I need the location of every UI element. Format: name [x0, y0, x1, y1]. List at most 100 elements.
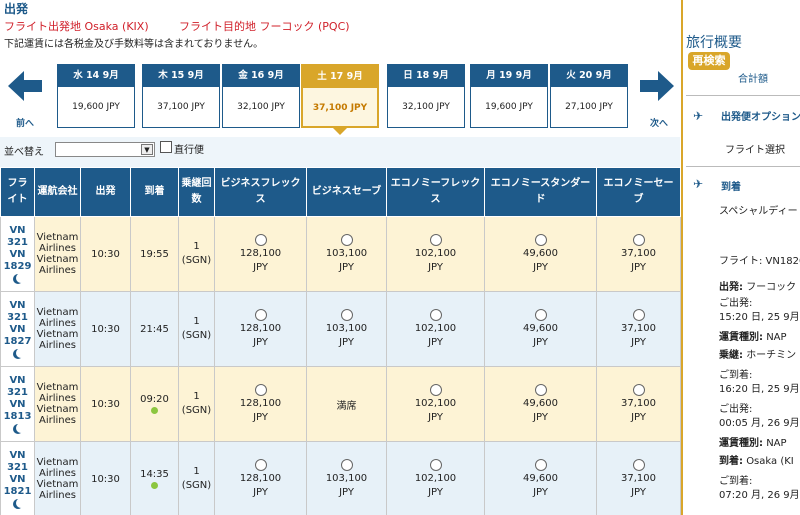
prev-week-label[interactable]: 前へ	[16, 116, 34, 129]
col-header-economy-standard: エコノミースタンダード	[484, 167, 597, 217]
flight-code: VN	[9, 324, 26, 335]
airline-cell: Vietnam Airlines Vietnam Airlines	[34, 216, 81, 292]
stops-via: (SGN)	[181, 255, 212, 266]
flight-code: 1813	[3, 411, 32, 422]
fare-cell[interactable]: 49,600 JPY	[484, 366, 597, 442]
fare-radio[interactable]	[632, 233, 645, 246]
fare-cell[interactable]: 49,600 JPY	[484, 216, 597, 292]
fare-note: 下記運賃には各税金及び手数料等は含まれておりません。	[4, 39, 264, 50]
flight-code: VN	[9, 375, 26, 386]
date-card-day: 土 17 9月	[303, 66, 377, 88]
airplane-depart-icon: ✈	[693, 109, 704, 123]
fare-amount: 49,600	[523, 322, 558, 334]
date-card[interactable]: 木 15 9月 37,100 JPY	[142, 64, 220, 128]
fare-radio[interactable]	[429, 458, 442, 471]
fare-cell[interactable]: 37,100 JPY	[596, 366, 681, 442]
date-card[interactable]: 水 14 9月 19,600 JPY	[57, 64, 135, 128]
fare-cell[interactable]: 37,100 JPY	[596, 441, 681, 515]
fare-radio[interactable]	[632, 458, 645, 471]
date-card[interactable]: 日 18 9月 32,100 JPY	[387, 64, 465, 128]
next-day-indicator-icon	[151, 407, 158, 414]
airline-name: Vietnam	[36, 307, 79, 318]
fare-cell[interactable]: 102,100 JPY	[386, 366, 485, 442]
stops-via: (SGN)	[181, 480, 212, 491]
date-card[interactable]: 月 19 9月 19,600 JPY	[470, 64, 548, 128]
arrival-heading: 到着	[721, 182, 741, 193]
airline-cell: Vietnam Airlines Vietnam Airlines	[34, 366, 81, 442]
direct-flight-checkbox[interactable]	[160, 141, 172, 153]
arrival-time: 09:20	[140, 394, 169, 405]
airline-name: Vietnam	[36, 404, 79, 415]
fare-radio[interactable]	[340, 308, 353, 321]
fare-radio[interactable]	[254, 458, 267, 471]
fare-currency: JPY	[533, 261, 548, 273]
fare-radio[interactable]	[429, 383, 442, 396]
col-header-departure: 出発	[80, 167, 131, 217]
date-card[interactable]: 金 16 9月 32,100 JPY	[222, 64, 300, 128]
col-header-arrival: 到着	[130, 167, 179, 217]
fare-cell[interactable]: 103,100 JPY	[306, 216, 387, 292]
fare-amount: 49,600	[523, 397, 558, 409]
fare-radio[interactable]	[632, 383, 645, 396]
flight-number-cell: VN 321 VN 1821	[0, 441, 35, 515]
sort-select[interactable]: ▼	[55, 142, 155, 157]
stops-cell: 1 (SGN)	[178, 291, 215, 367]
fare-radio[interactable]	[429, 233, 442, 246]
flight-code: 321	[7, 462, 28, 473]
fare-radio[interactable]	[534, 383, 547, 396]
fare-cell[interactable]: 128,100 JPY	[214, 441, 307, 515]
fare-type-info: 運賃種別: NAP	[719, 434, 787, 449]
fare-cell[interactable]: 37,100 JPY	[596, 291, 681, 367]
fare-cell[interactable]: 102,100 JPY	[386, 291, 485, 367]
dep-time-label: ご出発:	[719, 298, 753, 309]
fare-cell[interactable]: 102,100 JPY	[386, 216, 485, 292]
transit-info: 乗継: ホーチミン	[719, 346, 796, 361]
fare-radio[interactable]	[429, 308, 442, 321]
arrival-time: 19:55	[130, 216, 179, 292]
fare-radio[interactable]	[340, 458, 353, 471]
fare-cell[interactable]: 103,100 JPY	[306, 441, 387, 515]
fare-currency: JPY	[533, 486, 548, 498]
fare-radio[interactable]	[254, 383, 267, 396]
departure-info-place: フーコック	[746, 282, 797, 293]
origin-label: フライト出発地 Osaka (KIX)	[4, 20, 149, 33]
date-card-selected[interactable]: 土 17 9月 37,100 JPY	[301, 64, 379, 128]
arrow-left-icon	[8, 71, 42, 101]
fare-radio[interactable]	[632, 308, 645, 321]
next-week-button[interactable]	[638, 68, 682, 108]
airline-name: Airlines	[39, 340, 76, 351]
flight-number-info: フライト: VN1820	[719, 256, 800, 267]
fare-cell[interactable]: 128,100 JPY	[214, 216, 307, 292]
fare-amount: 102,100	[414, 247, 457, 259]
fare-radio[interactable]	[340, 233, 353, 246]
fare-radio[interactable]	[254, 233, 267, 246]
fare-cell[interactable]: 128,100 JPY	[214, 291, 307, 367]
flight-code: 1827	[3, 336, 32, 347]
flight-table: フライト 運航会社 出発 到着 乗継回数 ビジネスフレックス ビジネスセーブ エ…	[0, 167, 681, 515]
fare-cell[interactable]: 37,100 JPY	[596, 216, 681, 292]
fare-radio[interactable]	[254, 308, 267, 321]
date-card[interactable]: 火 20 9月 27,100 JPY	[550, 64, 628, 128]
fare-cell[interactable]: 128,100 JPY	[214, 366, 307, 442]
fare-cell[interactable]: 49,600 JPY	[484, 441, 597, 515]
fare-sold-out: 満席	[306, 366, 387, 442]
fare-cell[interactable]: 49,600 JPY	[484, 291, 597, 367]
prev-week-button[interactable]	[6, 68, 50, 108]
fare-currency: JPY	[428, 411, 443, 423]
airline-name: Airlines	[39, 468, 76, 479]
fare-currency: JPY	[533, 411, 548, 423]
date-card-day: 木 15 9月	[143, 65, 219, 87]
fare-radio[interactable]	[534, 308, 547, 321]
fare-cell[interactable]: 103,100 JPY	[306, 291, 387, 367]
arr-time-value: 07:20 月, 26 9月	[719, 490, 800, 501]
next-week-label[interactable]: 次へ	[650, 116, 668, 129]
col-header-economy-flex: エコノミーフレックス	[386, 167, 485, 217]
research-button[interactable]: 再検索	[688, 52, 730, 70]
fare-radio[interactable]	[534, 233, 547, 246]
airline-name: Airlines	[39, 393, 76, 404]
moon-icon	[16, 348, 26, 358]
date-card-day: 水 14 9月	[58, 65, 134, 87]
fare-radio[interactable]	[534, 458, 547, 471]
fare-cell[interactable]: 102,100 JPY	[386, 441, 485, 515]
fare-amount: 128,100	[239, 322, 282, 334]
